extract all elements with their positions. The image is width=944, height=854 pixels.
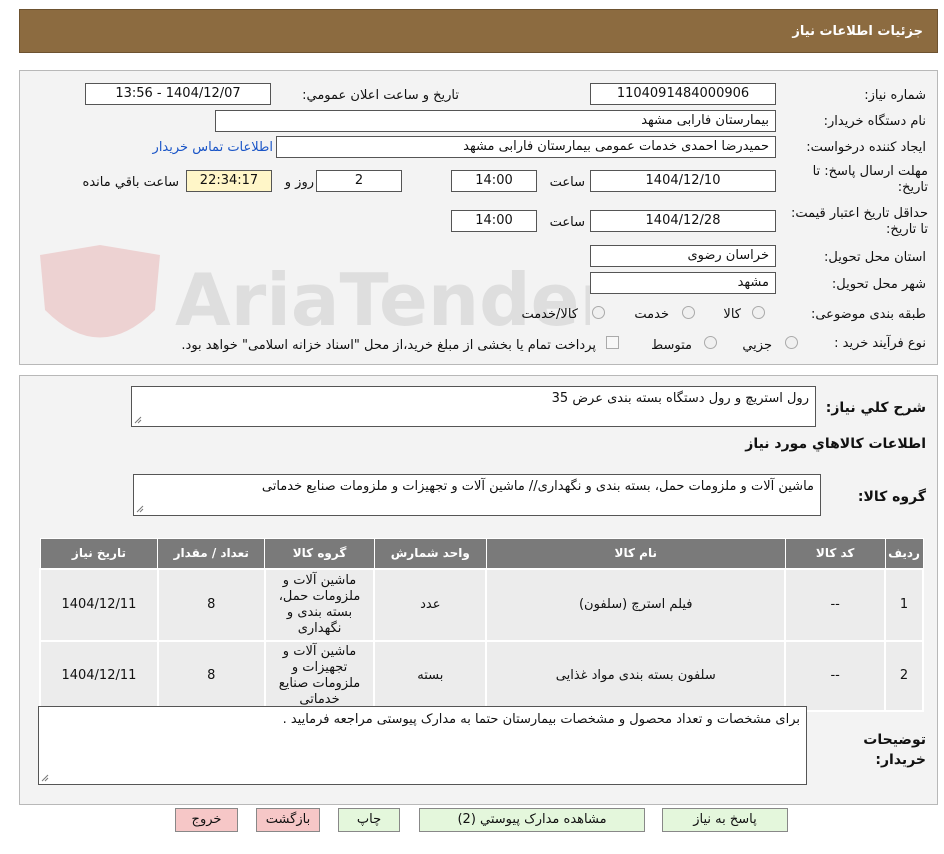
category-label: طبقه بندی موضوعی: bbox=[810, 307, 926, 322]
goods-info-title: اطلاعات کالاهاي مورد نیاز bbox=[745, 436, 926, 452]
cell-group: ماشین آلات و تجهیزات و ملزومات صنایع خدم… bbox=[263, 639, 376, 712]
days-field: 2 bbox=[316, 170, 402, 192]
cell-row: 1 bbox=[884, 567, 924, 642]
col-name-header: نام کالا bbox=[485, 538, 786, 569]
category-both-radio[interactable] bbox=[592, 306, 605, 319]
exit-button[interactable]: خروج bbox=[175, 808, 238, 832]
category-goods-label: کالا bbox=[723, 307, 741, 322]
province-label: استان محل تحویل: bbox=[824, 250, 926, 265]
col-group-header: گروه کالا bbox=[264, 538, 375, 569]
reply-button[interactable]: پاسخ به نیاز bbox=[662, 808, 788, 832]
table-row: 1 -- فیلم استرچ (سلفون) عدد ماشین آلات و… bbox=[39, 567, 924, 642]
category-service-radio[interactable] bbox=[682, 306, 695, 319]
items-table: ردیف کد کالا نام کالا واحد شمارش گروه کا… bbox=[39, 538, 924, 712]
buyer-contact-link[interactable]: اطلاعات تماس خریدار bbox=[153, 140, 273, 156]
cell-code: -- bbox=[784, 639, 887, 712]
deadline-date-field: 1404/12/10 bbox=[590, 170, 776, 192]
cell-date: 1404/12/11 bbox=[39, 567, 159, 642]
goods-group-text: ماشین آلات و ملزومات حمل، بسته بندی و نگ… bbox=[261, 479, 814, 494]
days-label: روز و bbox=[284, 175, 314, 190]
general-description-label: شرح کلي نیاز: bbox=[825, 400, 926, 416]
print-button[interactable]: چاپ bbox=[338, 808, 400, 832]
back-button[interactable]: بازگشت bbox=[256, 808, 320, 832]
cell-qty: 8 bbox=[156, 567, 266, 642]
general-description-box: رول استریچ و رول دستگاه بسته بندی عرض 35 bbox=[131, 386, 816, 427]
deadline-time-field: 14:00 bbox=[451, 170, 537, 192]
buyer-notes-label: توضیحات خریدار: bbox=[863, 732, 926, 768]
requester-field: حمیدرضا احمدی خدمات عمومی بیمارستان فارا… bbox=[276, 136, 776, 158]
treasury-payment-checkbox[interactable] bbox=[606, 336, 619, 349]
deadline-time-label: ساعت bbox=[549, 175, 585, 190]
col-unit-header: واحد شمارش bbox=[373, 538, 487, 569]
buyer-org-label: نام دستگاه خریدار: bbox=[823, 114, 926, 129]
validity-label: حداقل تاریخ اعتبار قیمت: تا تاریخ: bbox=[790, 206, 928, 237]
need-number-field: 1104091484000906 bbox=[590, 83, 776, 105]
announce-label: تاریخ و ساعت اعلان عمومي: bbox=[302, 88, 459, 103]
watermark-text: AriaTender.net bbox=[175, 258, 590, 342]
table-row: 2 -- سلفون بسته بندی مواد غذایی بسته ماش… bbox=[39, 639, 924, 712]
cell-qty: 8 bbox=[156, 639, 266, 712]
buyer-org-field: بیمارستان فارابی مشهد bbox=[215, 110, 776, 132]
goods-group-label: گروه کالا: bbox=[857, 489, 926, 505]
category-both-label: کالا/خدمت bbox=[521, 307, 578, 322]
validity-date-field: 1404/12/28 bbox=[590, 210, 776, 232]
validity-time-field: 14:00 bbox=[451, 210, 537, 232]
announce-field: 1404/12/07 - 13:56 bbox=[85, 83, 271, 105]
city-label: شهر محل تحویل: bbox=[831, 277, 926, 292]
buyer-notes-text: برای مشخصات و تعداد محصول و مشخصات بیمار… bbox=[282, 712, 800, 727]
need-number-label: شماره نیاز: bbox=[864, 88, 926, 103]
resize-grip-icon[interactable] bbox=[136, 505, 144, 513]
cell-group: ماشین آلات و ملزومات حمل، بسته بندی و نگ… bbox=[263, 567, 376, 642]
city-field: مشهد bbox=[590, 272, 776, 294]
process-minor-radio[interactable] bbox=[785, 336, 798, 349]
buyer-notes-box: برای مشخصات و تعداد محصول و مشخصات بیمار… bbox=[38, 706, 807, 785]
payment-note: پرداخت تمام یا بخشی از مبلغ خرید،از محل … bbox=[181, 338, 596, 353]
category-goods-radio[interactable] bbox=[752, 306, 765, 319]
requester-label: ایجاد کننده درخواست: bbox=[806, 140, 926, 155]
resize-grip-icon[interactable] bbox=[41, 774, 49, 782]
general-description-text: رول استریچ و رول دستگاه بسته بندی عرض 35 bbox=[551, 391, 809, 406]
province-field: خراسان رضوی bbox=[590, 245, 776, 267]
cell-row: 2 bbox=[884, 639, 924, 712]
cell-date: 1404/12/11 bbox=[39, 639, 159, 712]
col-qty-header: تعداد / مقدار bbox=[157, 538, 266, 569]
goods-group-box: ماشین آلات و ملزومات حمل، بسته بندی و نگ… bbox=[133, 474, 821, 516]
cell-name: فیلم استرچ (سلفون) bbox=[485, 567, 787, 642]
cell-code: -- bbox=[784, 567, 887, 642]
process-label: نوع فرآیند خرید : bbox=[834, 336, 926, 351]
resize-grip-icon[interactable] bbox=[134, 416, 142, 424]
process-medium-label: متوسط bbox=[651, 338, 692, 353]
cell-unit: عدد bbox=[373, 567, 488, 642]
col-date-header: تاریخ نیاز bbox=[39, 538, 159, 569]
table-header-row: ردیف کد کالا نام کالا واحد شمارش گروه کا… bbox=[39, 538, 924, 569]
deadline-label: مهلت ارسال پاسخ: تا تاریخ: bbox=[812, 164, 928, 195]
process-medium-radio[interactable] bbox=[704, 336, 717, 349]
col-code-header: کد کالا bbox=[784, 538, 886, 569]
category-service-label: خدمت bbox=[634, 307, 669, 322]
cell-name: سلفون بسته بندی مواد غذایی bbox=[485, 639, 787, 712]
watermark-shield-icon bbox=[40, 245, 160, 338]
attachments-button[interactable]: مشاهده مدارک پیوستي (2) bbox=[419, 808, 645, 832]
cell-unit: بسته bbox=[373, 639, 488, 712]
validity-time-label: ساعت bbox=[549, 215, 585, 230]
page-header: جزئیات اطلاعات نیاز bbox=[19, 9, 938, 53]
remaining-label: ساعت باقي مانده bbox=[82, 175, 179, 190]
remaining-time-field: 22:34:17 bbox=[186, 170, 272, 192]
process-minor-label: جزیي bbox=[742, 338, 772, 353]
col-row-header: ردیف bbox=[884, 538, 924, 569]
